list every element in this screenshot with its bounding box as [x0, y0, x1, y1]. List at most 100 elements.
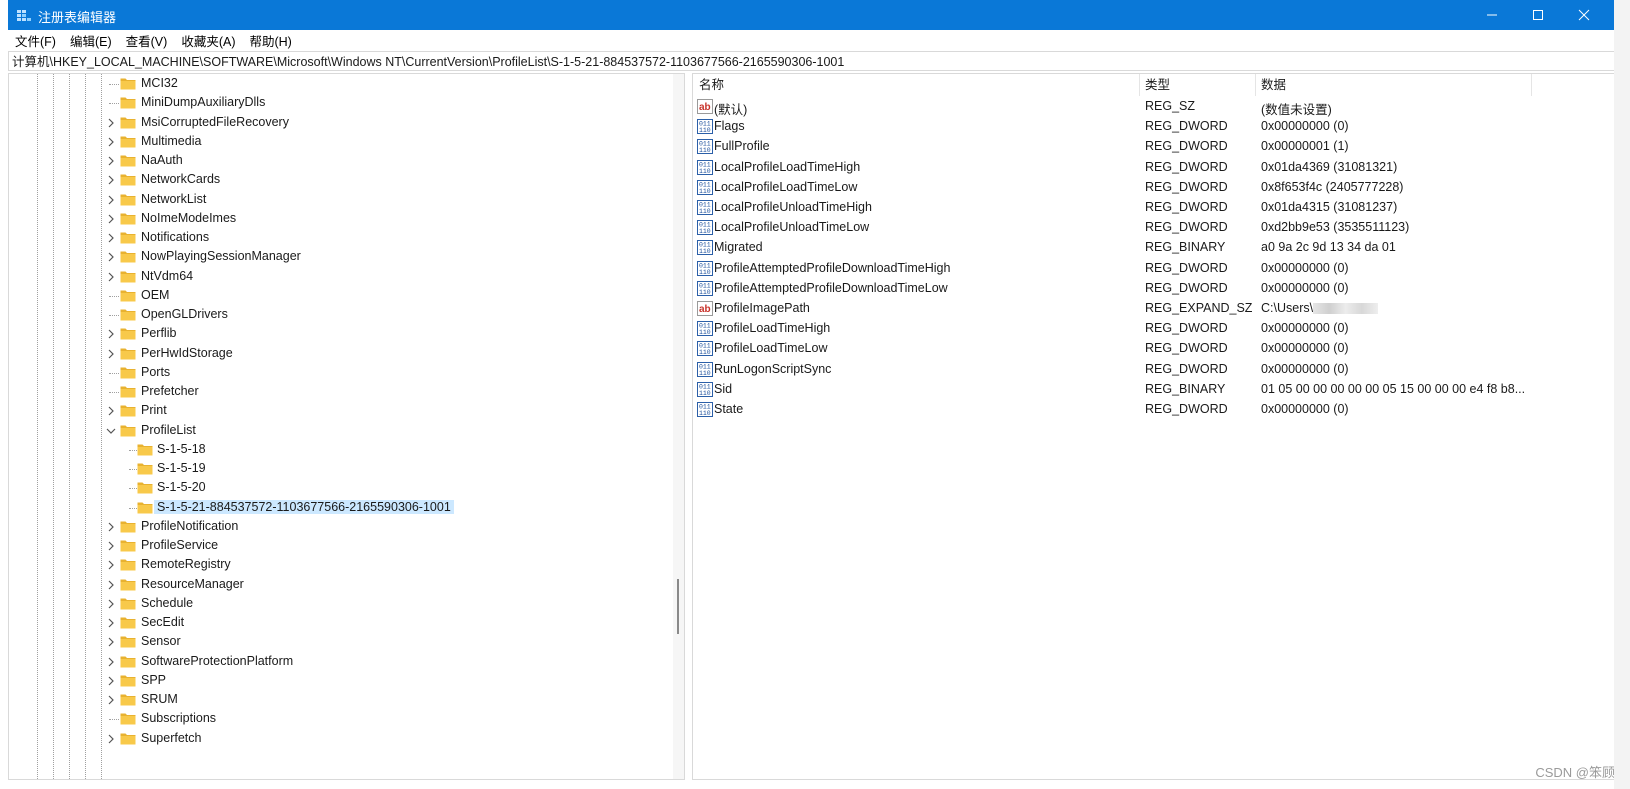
chevron-right-icon[interactable]	[106, 405, 116, 417]
tree-item[interactable]: OpenGLDrivers	[9, 305, 669, 325]
value-row[interactable]: 011 110 LocalProfileLoadTimeLow REG_DWORD 0x…	[693, 177, 1593, 198]
column-header-name[interactable]: 名称	[699, 74, 724, 96]
tree-item[interactable]: Multimedia	[9, 132, 669, 152]
value-row[interactable]: 011 110 FullProfile REG_DWORD 0x00000001 (1)	[693, 136, 1593, 157]
tree-item[interactable]: NtVdm64	[9, 267, 669, 287]
tree-item[interactable]: ResourceManager	[9, 575, 669, 595]
menu-favorites[interactable]: 收藏夹(A)	[174, 31, 242, 50]
tree-item[interactable]: SPP	[9, 671, 669, 691]
value-row[interactable]: 011 110 State REG_DWORD 0x00000000 (0)	[693, 399, 1593, 420]
tree-item[interactable]: NetworkList	[9, 190, 669, 210]
value-row[interactable]: 011 110 ProfileAttemptedProfileDownloadTim…	[693, 278, 1593, 299]
tree-item[interactable]: ProfileNotification	[9, 517, 669, 537]
tree-item[interactable]: SoftwareProtectionPlatform	[9, 652, 669, 672]
column-header-data[interactable]: 数据	[1261, 74, 1286, 96]
key-tree-pane[interactable]: MCI32 MiniDumpAuxiliaryDlls MsiCorruptedFi…	[8, 73, 685, 780]
tree-scrollbar[interactable]	[673, 74, 684, 779]
value-row[interactable]: 011 110 Flags REG_DWORD 0x00000000 (0)	[693, 116, 1593, 137]
tree-item[interactable]: Schedule	[9, 594, 669, 614]
tree-item[interactable]: S-1-5-19	[9, 459, 669, 479]
chevron-right-icon[interactable]	[106, 213, 116, 225]
chevron-right-icon[interactable]	[106, 675, 116, 687]
tree-item[interactable]: NetworkCards	[9, 170, 669, 190]
column-separator[interactable]	[1255, 74, 1256, 96]
menu-help[interactable]: 帮助(H)	[242, 31, 298, 50]
address-bar[interactable]: 计算机\HKEY_LOCAL_MACHINE\SOFTWARE\Microsof…	[8, 51, 1620, 71]
tree-item[interactable]: S-1-5-20	[9, 478, 669, 498]
tree-item[interactable]: Ports	[9, 363, 669, 383]
tree-item[interactable]: ProfileList	[9, 421, 669, 441]
tree-item[interactable]: Superfetch	[9, 729, 669, 749]
tree-scrollbar-thumb[interactable]	[677, 579, 679, 634]
value-row[interactable]: 011 110 RunLogonScriptSync REG_DWORD 0x00000…	[693, 359, 1593, 380]
chevron-right-icon[interactable]	[106, 540, 116, 552]
tree-item[interactable]: NowPlayingSessionManager	[9, 247, 669, 267]
value-list-pane[interactable]: 名称 类型 数据 ab (默认) REG_SZ (数值未设置) 011 110 Flags R…	[692, 73, 1622, 780]
tree-item[interactable]: Subscriptions	[9, 709, 669, 729]
tree-item[interactable]: ProfileService	[9, 536, 669, 556]
chevron-right-icon[interactable]	[106, 617, 116, 629]
column-separator[interactable]	[1139, 74, 1140, 96]
chevron-right-icon[interactable]	[106, 194, 116, 206]
value-row[interactable]: 011 110 LocalProfileLoadTimeHigh REG_DWORD 0…	[693, 157, 1593, 178]
maximize-button[interactable]	[1515, 0, 1561, 30]
chevron-right-icon[interactable]	[106, 328, 116, 340]
tree-item[interactable]: MsiCorruptedFileRecovery	[9, 113, 669, 133]
folder-icon	[120, 78, 136, 90]
chevron-right-icon[interactable]	[106, 636, 116, 648]
tree-item[interactable]: MCI32	[9, 74, 669, 94]
tree-connector	[109, 295, 119, 297]
value-row[interactable]: 011 110 LocalProfileUnloadTimeLow REG_DWORD…	[693, 217, 1593, 238]
minimize-button[interactable]	[1469, 0, 1515, 30]
tree-item[interactable]: MiniDumpAuxiliaryDlls	[9, 93, 669, 113]
chevron-right-icon[interactable]	[106, 232, 116, 244]
chevron-right-icon[interactable]	[106, 521, 116, 533]
chevron-right-icon[interactable]	[106, 251, 116, 263]
chevron-right-icon[interactable]	[106, 174, 116, 186]
tree-item[interactable]: OEM	[9, 286, 669, 306]
chevron-down-icon[interactable]	[106, 425, 116, 437]
value-row[interactable]: 011 110 ProfileLoadTimeLow REG_DWORD 0x00000…	[693, 338, 1593, 359]
tree-item[interactable]: PerHwIdStorage	[9, 344, 669, 364]
chevron-right-icon[interactable]	[106, 598, 116, 610]
chevron-right-icon[interactable]	[106, 155, 116, 167]
chevron-right-icon[interactable]	[106, 656, 116, 668]
tree-item[interactable]: S-1-5-21-884537572-1103677566-2165590306…	[9, 498, 669, 518]
value-row[interactable]: 011 110 ProfileLoadTimeHigh REG_DWORD 0x0000…	[693, 318, 1593, 339]
tree-item[interactable]: SecEdit	[9, 613, 669, 633]
tree-item[interactable]: SRUM	[9, 690, 669, 710]
chevron-right-icon[interactable]	[106, 559, 116, 571]
menu-view[interactable]: 查看(V)	[119, 31, 175, 50]
svg-text:110: 110	[699, 289, 711, 296]
column-separator[interactable]	[1531, 74, 1532, 96]
tree-item[interactable]: Sensor	[9, 632, 669, 652]
binary-value-icon: 011110	[697, 220, 713, 236]
chevron-right-icon[interactable]	[106, 117, 116, 129]
value-row[interactable]: ab ProfileImagePath REG_EXPAND_SZ C:\Users\	[693, 298, 1593, 319]
chevron-right-icon[interactable]	[106, 694, 116, 706]
title-bar[interactable]: 注册表编辑器	[8, 0, 1622, 30]
value-row[interactable]: ab (默认) REG_SZ (数值未设置)	[693, 96, 1593, 117]
column-header-type[interactable]: 类型	[1145, 74, 1170, 96]
chevron-right-icon[interactable]	[106, 348, 116, 360]
chevron-right-icon[interactable]	[106, 579, 116, 591]
tree-item[interactable]: Print	[9, 401, 669, 421]
tree-item[interactable]: Perflib	[9, 324, 669, 344]
tree-item[interactable]: NoImeModeImes	[9, 209, 669, 229]
value-row[interactable]: 011 110 Migrated REG_BINARY a0 9a 2c 9d 13 3…	[693, 237, 1593, 258]
value-row[interactable]: 011 110 LocalProfileUnloadTimeHigh REG_DWOR…	[693, 197, 1593, 218]
menu-edit[interactable]: 编辑(E)	[63, 31, 119, 50]
tree-item[interactable]: Notifications	[9, 228, 669, 248]
tree-item[interactable]: Prefetcher	[9, 382, 669, 402]
chevron-right-icon[interactable]	[106, 733, 116, 745]
chevron-right-icon[interactable]	[106, 136, 116, 148]
close-button[interactable]	[1561, 0, 1607, 30]
value-row[interactable]: 011 110 ProfileAttemptedProfileDownloadTim…	[693, 258, 1593, 279]
tree-item[interactable]: RemoteRegistry	[9, 555, 669, 575]
value-data-text: 0x00000000 (0)	[1261, 321, 1349, 336]
menu-file[interactable]: 文件(F)	[8, 31, 63, 50]
chevron-right-icon[interactable]	[106, 271, 116, 283]
value-row[interactable]: 011 110 Sid REG_BINARY 01 05 00 00 00 00 00 …	[693, 379, 1593, 400]
tree-item[interactable]: NaAuth	[9, 151, 669, 171]
tree-item[interactable]: S-1-5-18	[9, 440, 669, 460]
